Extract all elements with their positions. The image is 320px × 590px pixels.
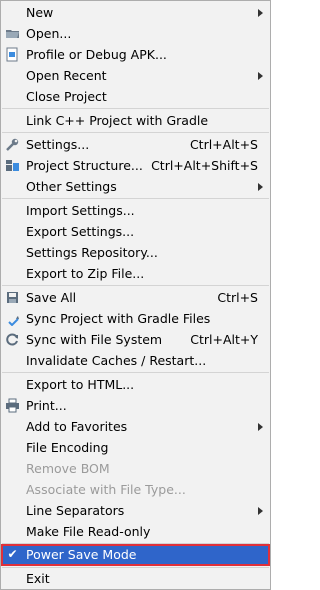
menu-item-export-zip[interactable]: Export to Zip File... [1, 263, 270, 284]
save-icon [5, 290, 20, 305]
menu-item-sync-gradle[interactable]: Sync Project with Gradle Files [1, 308, 270, 329]
menu-item-label: Sync Project with Gradle Files [26, 311, 211, 326]
menu-item-label: Link C++ Project with Gradle [26, 113, 209, 128]
menu-item-label: Exit [26, 571, 50, 586]
menu-item-label: Invalidate Caches / Restart... [26, 353, 207, 368]
menu-item-make-read-only[interactable]: Make File Read-only [1, 521, 270, 542]
shortcut-text: Ctrl+Alt+Shift+S [151, 158, 258, 173]
menu-item-label: Print... [26, 398, 67, 413]
menu-item-exit[interactable]: Exit [1, 568, 270, 589]
menu-item-label: Line Separators [26, 503, 125, 518]
menu-item-label: Remove BOM [26, 461, 110, 476]
menu-item-new[interactable]: New [1, 2, 270, 23]
file-menu: New Open... Profile or Debug APK... Open… [0, 0, 271, 590]
menu-item-label: Sync with File System [26, 332, 163, 347]
checkmark-icon: ✔ [7, 547, 18, 561]
submenu-arrow-icon [258, 507, 263, 515]
shortcut-text: Ctrl+Alt+S [189, 137, 258, 152]
wrench-icon [5, 137, 20, 152]
menu-item-label: Open... [26, 26, 72, 41]
menu-item-other-settings[interactable]: Other Settings [1, 176, 270, 197]
menu-item-label: Close Project [26, 89, 107, 104]
menu-item-label: Export to Zip File... [26, 266, 145, 281]
menu-item-label: Make File Read-only [26, 524, 151, 539]
project-structure-icon [5, 158, 20, 173]
menu-item-label: Power Save Mode [26, 547, 137, 562]
refresh-icon [5, 332, 20, 347]
menu-item-line-separators[interactable]: Line Separators [1, 500, 270, 521]
shortcut-text: Ctrl+S [217, 290, 258, 305]
menu-item-label: New [26, 5, 54, 20]
menu-item-label: Export to HTML... [26, 377, 135, 392]
shortcut-text: Ctrl+Alt+Y [190, 332, 258, 347]
menu-item-close-project[interactable]: Close Project [1, 86, 270, 107]
menu-item-label: Import Settings... [26, 203, 135, 218]
menu-item-label: Open Recent [26, 68, 107, 83]
submenu-arrow-icon [258, 423, 263, 431]
menu-item-label: Settings Repository... [26, 245, 158, 260]
folder-icon [5, 26, 20, 41]
menu-item-label: Add to Favorites [26, 419, 128, 434]
menu-item-label: Project Structure... [26, 158, 143, 173]
printer-icon [5, 398, 20, 413]
menu-separator [2, 198, 269, 199]
submenu-arrow-icon [258, 183, 263, 191]
menu-item-profile-debug-apk[interactable]: Profile or Debug APK... [1, 44, 270, 65]
menu-item-label: Export Settings... [26, 224, 135, 239]
menu-separator [2, 285, 269, 286]
menu-item-project-structure[interactable]: Project Structure... Ctrl+Alt+Shift+S [1, 155, 270, 176]
menu-item-settings[interactable]: Settings... Ctrl+Alt+S [1, 134, 270, 155]
menu-item-label: File Encoding [26, 440, 109, 455]
gradle-sync-icon [5, 311, 20, 327]
menu-item-label: Settings... [26, 137, 90, 152]
apk-profile-icon [5, 47, 20, 62]
menu-item-power-save-mode[interactable]: ✔ Power Save Mode [1, 544, 270, 566]
menu-item-open-recent[interactable]: Open Recent [1, 65, 270, 86]
menu-separator [2, 108, 269, 109]
menu-item-open[interactable]: Open... [1, 23, 270, 44]
menu-item-link-cpp[interactable]: Link C++ Project with Gradle [1, 110, 270, 131]
menu-item-export-html[interactable]: Export to HTML... [1, 374, 270, 395]
menu-item-label: Save All [26, 290, 77, 305]
submenu-arrow-icon [258, 9, 263, 17]
menu-item-add-favorites[interactable]: Add to Favorites [1, 416, 270, 437]
menu-separator [2, 132, 269, 133]
menu-item-label: Associate with File Type... [26, 482, 186, 497]
menu-item-invalidate-caches[interactable]: Invalidate Caches / Restart... [1, 350, 270, 371]
menu-item-import-settings[interactable]: Import Settings... [1, 200, 270, 221]
menu-item-remove-bom: Remove BOM [1, 458, 270, 479]
menu-item-settings-repository[interactable]: Settings Repository... [1, 242, 270, 263]
menu-item-sync-file-system[interactable]: Sync with File System Ctrl+Alt+Y [1, 329, 270, 350]
menu-item-save-all[interactable]: Save All Ctrl+S [1, 287, 270, 308]
menu-item-label: Other Settings [26, 179, 117, 194]
submenu-arrow-icon [258, 72, 263, 80]
menu-item-associate-file-type: Associate with File Type... [1, 479, 270, 500]
menu-item-export-settings[interactable]: Export Settings... [1, 221, 270, 242]
menu-item-label: Profile or Debug APK... [26, 47, 167, 62]
menu-item-file-encoding[interactable]: File Encoding [1, 437, 270, 458]
menu-item-print[interactable]: Print... [1, 395, 270, 416]
menu-separator [2, 372, 269, 373]
